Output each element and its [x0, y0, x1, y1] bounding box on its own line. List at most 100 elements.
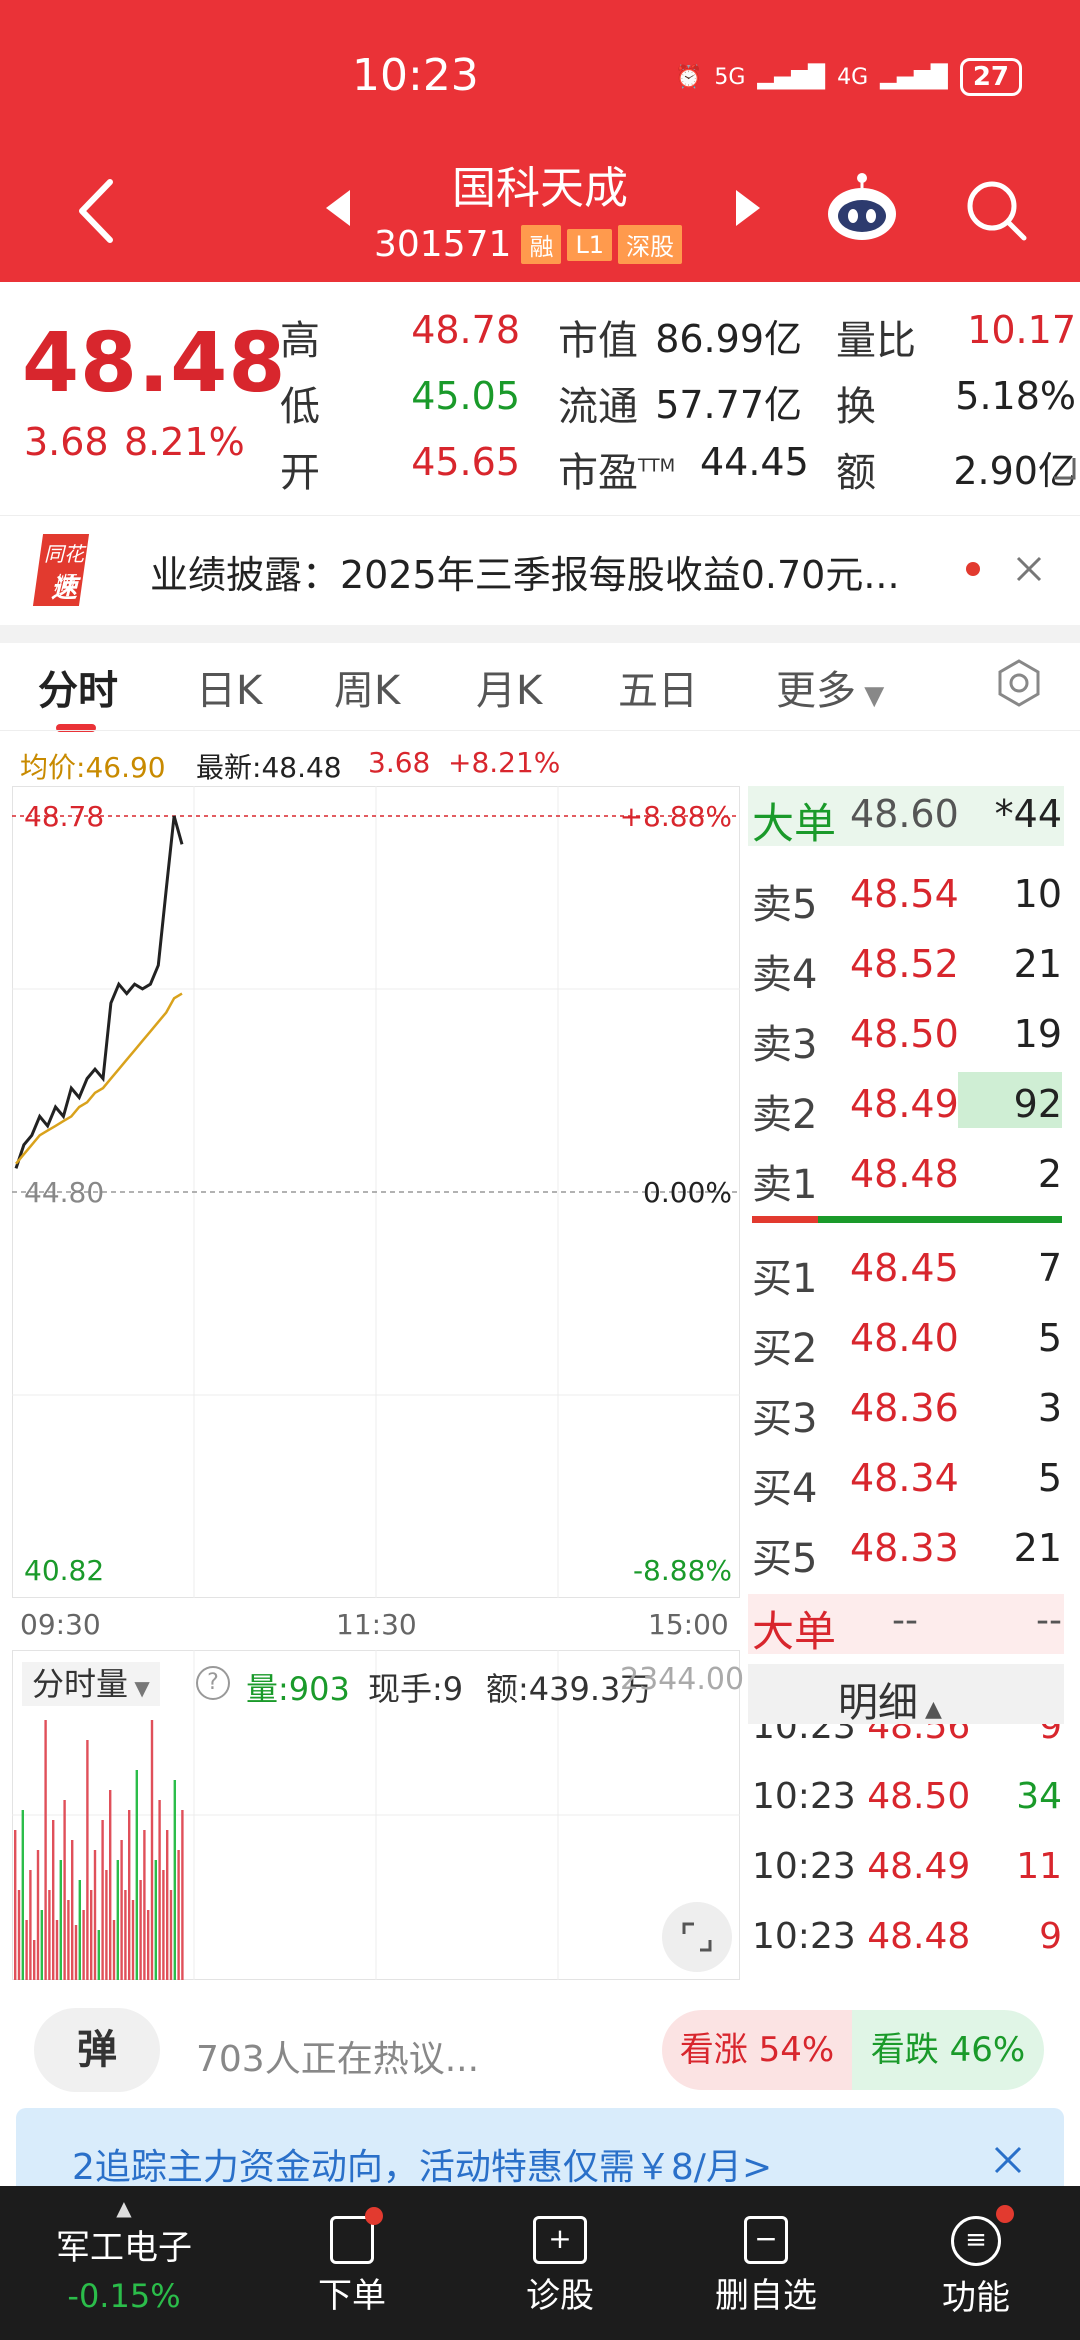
buy-row-4: 买4 48.34 5 — [752, 1456, 1062, 1512]
pe-label: 市盈TTM — [558, 450, 676, 496]
pe-value: 44.45 — [700, 440, 809, 484]
turnover-label: 换 — [836, 384, 876, 430]
volume-bar — [36, 1850, 40, 1980]
volume-bar — [147, 1910, 150, 1980]
big-order-label: 大单 — [752, 799, 837, 848]
volume-bar — [55, 1920, 59, 1980]
expand-corner-icon[interactable] — [1052, 450, 1076, 480]
ad-text[interactable]: 2追踪主力资金动向，活动特惠仅需￥8/月> — [72, 2138, 772, 2190]
volume-bar — [109, 1790, 112, 1980]
volume-bar — [116, 1860, 119, 1980]
sell-row-4: 卖4 48.52 21 — [752, 942, 1062, 998]
pct-tick-high: +8.88% — [619, 800, 732, 833]
x-tick-open: 09:30 — [20, 1608, 101, 1641]
buy-row-2: 买2 48.40 5 — [752, 1316, 1062, 1372]
volume-bar — [139, 1880, 142, 1980]
avg-price-line — [15, 992, 183, 1165]
tab-monthly-k[interactable]: 月K — [476, 658, 542, 716]
tag-level: L1 — [567, 228, 613, 261]
sell-row-1: 卖1 48.48 2 — [752, 1152, 1062, 1208]
status-icons: ⏰ 5G ▂▄▆█ 4G ▂▄▆█ 27 — [675, 58, 1022, 96]
sector-item[interactable]: ▲ 军工电子 -0.15% — [24, 2186, 224, 2315]
status-time: 10:23 — [352, 50, 479, 101]
battery-indicator: 27 — [959, 58, 1022, 96]
danmaku-button[interactable]: 弹 — [34, 2008, 160, 2092]
volume-bar — [97, 1930, 100, 1980]
big-order-label-2: 大单 — [752, 1607, 837, 1656]
tab-five-day[interactable]: 五日 — [618, 658, 698, 716]
stock-code: 301571 — [374, 224, 512, 265]
big-order-vol: *44 — [994, 792, 1062, 836]
bullish-button[interactable]: 看涨 54% — [662, 2010, 852, 2090]
remove-watchlist-button[interactable]: − 删自选 — [666, 2186, 866, 2317]
bearish-button[interactable]: 看跌 46% — [852, 2010, 1044, 2090]
fullscreen-button[interactable] — [662, 1902, 732, 1972]
y-tick-low: 40.82 — [24, 1554, 105, 1587]
search-icon[interactable] — [964, 178, 1030, 244]
order-icon — [330, 2207, 383, 2264]
vol-ratio-value: 10.17 — [967, 308, 1076, 352]
high-label: 高 — [280, 318, 320, 364]
volume-bar — [112, 1920, 116, 1980]
low-value: 45.05 — [411, 374, 520, 418]
volume-bar — [29, 1870, 32, 1980]
ad-close-icon[interactable] — [992, 2144, 1024, 2176]
detail-row: 10:23 48.56 9 — [752, 1724, 1062, 1747]
function-button[interactable]: ≡ 功能 — [876, 2186, 1076, 2319]
volume-bar — [78, 1880, 81, 1980]
close-icon[interactable] — [1014, 554, 1044, 584]
current-price: 48.48 — [22, 316, 287, 411]
float-label: 流通 — [558, 384, 638, 430]
price-change-pct: 8.21% — [124, 420, 245, 464]
stock-code-row: 301571 融 L1 深股 — [374, 224, 683, 265]
pct-tick-mid: 0.00% — [643, 1176, 732, 1209]
tab-daily-k[interactable]: 日K — [196, 658, 262, 716]
diagnose-icon: + — [533, 2216, 587, 2264]
vol-ratio-label: 量比 — [836, 318, 916, 364]
tab-weekly-k[interactable]: 周K — [334, 658, 400, 716]
volume-bar — [169, 1890, 173, 1980]
high-value: 48.78 — [411, 308, 520, 352]
x-tick-noon: 11:30 — [336, 1608, 417, 1641]
news-text: 业绩披露：2025年三季报每股收益0.70元... — [150, 553, 900, 597]
volume-bar — [120, 1840, 123, 1980]
tab-more[interactable]: 更多 ▼ — [776, 658, 884, 716]
buy-sell-ratio-green — [818, 1216, 1062, 1223]
detail-list: 10:23 48.56 9 10:23 48.50 34 10:23 48.49 11… — [748, 1724, 1064, 1980]
pct-tick-low: -8.88% — [632, 1554, 732, 1587]
bottom-toolbar: ▲ 军工电子 -0.15% 下单 + 诊股 − 删自选 ≡ 功能 — [0, 2186, 1080, 2340]
volume-bar — [90, 1890, 93, 1980]
volume-bar — [25, 1920, 28, 1980]
sell-row-3: 卖3 48.50 19 — [752, 1012, 1062, 1068]
sell-row-2: 卖2 48.49 92 — [752, 1082, 1062, 1138]
divider — [0, 730, 1080, 731]
volume-type-dropdown[interactable]: 分时量 ▼ — [22, 1662, 160, 1706]
volume-bar — [67, 1900, 70, 1980]
volume-bar — [17, 1890, 21, 1980]
volume-bar — [44, 1720, 47, 1980]
robot-icon[interactable] — [824, 172, 900, 242]
signal-4g: 4G — [837, 64, 869, 90]
tag-margin: 融 — [521, 225, 562, 264]
x-tick-close: 15:00 — [648, 1608, 729, 1641]
tag-exchange: 深股 — [618, 225, 683, 264]
volume-bar — [33, 1940, 36, 1980]
detail-row: 10:23 48.50 34 — [752, 1776, 1062, 1817]
volume-bar — [135, 1770, 138, 1980]
mktcap-value: 86.99亿 — [655, 317, 802, 361]
buy-sell-ratio-red — [752, 1216, 818, 1223]
volume-bar — [143, 1830, 146, 1980]
tab-intraday[interactable]: 分时 — [38, 658, 118, 716]
detail-label[interactable]: 明细 ▲ — [838, 1670, 942, 1728]
big-order-vol-2: -- — [1036, 1600, 1062, 1641]
help-icon[interactable]: ? — [196, 1666, 230, 1700]
order-button[interactable]: 下单 — [252, 2186, 452, 2317]
mktcap-label: 市值 — [558, 318, 638, 364]
next-stock-icon[interactable] — [736, 190, 760, 226]
news-banner[interactable]: 同花顺 速递 业绩披露：2025年三季报每股收益0.70元... — [0, 515, 1080, 641]
settings-icon[interactable] — [994, 658, 1044, 708]
header: 10:23 ⏰ 5G ▂▄▆█ 4G ▂▄▆█ 27 国科天成 301571 融… — [0, 0, 1080, 282]
volume-bar — [158, 1800, 161, 1980]
diagnose-button[interactable]: + 诊股 — [460, 2186, 660, 2317]
discussion-text[interactable]: 703人正在热议... — [196, 2030, 479, 2082]
